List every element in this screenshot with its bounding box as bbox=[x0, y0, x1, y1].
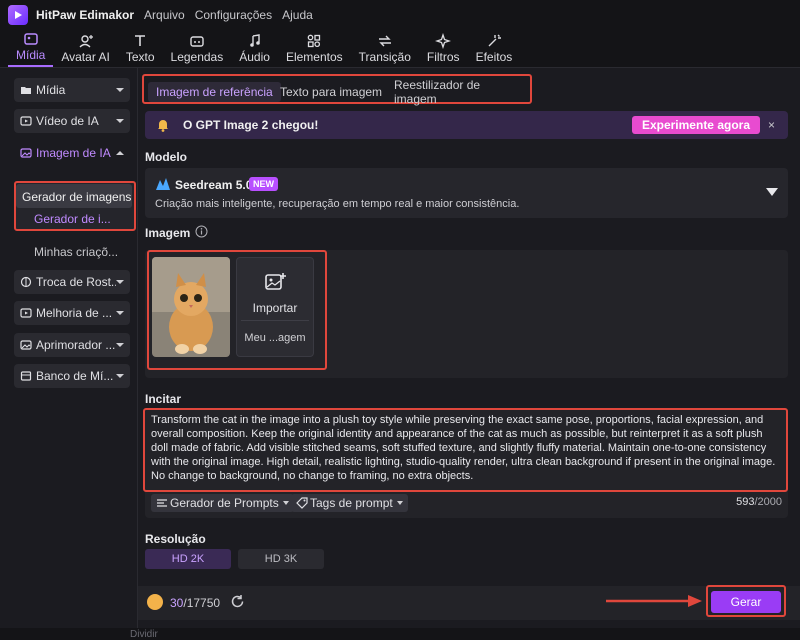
timeline-toolbar: Dividir bbox=[0, 628, 800, 640]
seedream-logo-icon bbox=[156, 178, 170, 190]
title-bar: HitPaw Edimakor Arquivo Configurações Aj… bbox=[0, 0, 800, 30]
sidebar-item-face-swap[interactable]: Troca de Rost... bbox=[14, 270, 130, 294]
chevron-down-icon bbox=[282, 501, 289, 505]
face-swap-icon bbox=[20, 276, 32, 288]
tool-text[interactable]: Texto bbox=[118, 29, 163, 67]
model-section-title: Modelo bbox=[145, 150, 187, 164]
music-note-icon bbox=[249, 34, 260, 47]
effects-icon bbox=[488, 34, 501, 47]
chevron-down-icon bbox=[116, 343, 124, 347]
banner-text: O GPT Image 2 chegou! bbox=[183, 118, 319, 132]
tab-image-restyler[interactable]: Reestilizador de imagem bbox=[386, 78, 530, 106]
submenu-tooltip-label: Gerador de imagens bbox=[22, 190, 132, 204]
dropdown-arrow-icon[interactable] bbox=[766, 188, 778, 196]
list-icon bbox=[157, 499, 167, 507]
media-icon bbox=[23, 33, 38, 45]
mode-tabs: Imagem de referência Texto para imagem R… bbox=[142, 74, 532, 106]
enhance-video-icon bbox=[20, 308, 32, 318]
tab-text-to-image[interactable]: Texto para imagem bbox=[272, 82, 390, 102]
resolution-section-title: Resolução bbox=[145, 532, 206, 546]
video-icon bbox=[20, 116, 32, 126]
chevron-down-icon bbox=[116, 280, 124, 284]
submenu-item-image-generator[interactable]: Gerador de i... bbox=[34, 212, 111, 226]
bell-icon bbox=[158, 120, 168, 132]
tool-elements[interactable]: Elementos bbox=[278, 29, 351, 67]
new-badge: NEW bbox=[249, 177, 278, 191]
sidebar-item-enhancer[interactable]: Aprimorador ... bbox=[14, 333, 130, 357]
info-icon[interactable] bbox=[195, 225, 208, 238]
tool-media[interactable]: Mídia bbox=[8, 29, 54, 67]
tool-captions[interactable]: Legendas bbox=[163, 29, 232, 67]
tool-transition[interactable]: Transição bbox=[351, 29, 419, 67]
folder-icon bbox=[21, 87, 31, 94]
try-now-button[interactable]: Experimente agora bbox=[631, 116, 760, 134]
split-label[interactable]: Dividir bbox=[130, 629, 158, 640]
text-icon bbox=[135, 35, 146, 46]
pointer-arrow-icon bbox=[606, 595, 702, 607]
sidebar-item-ai-image[interactable]: Imagem de IA bbox=[14, 141, 130, 165]
image-section-title: Imagem bbox=[145, 226, 191, 240]
sidebar-item-media-bank[interactable]: Banco de Mí... bbox=[14, 364, 130, 388]
transition-icon bbox=[378, 35, 391, 47]
refresh-icon[interactable] bbox=[230, 594, 245, 609]
tool-audio[interactable]: Áudio bbox=[231, 29, 278, 67]
tab-reference-image[interactable]: Imagem de referência bbox=[148, 82, 281, 102]
prompt-tags-dropdown[interactable]: Tags de prompt bbox=[291, 494, 408, 512]
menu-settings[interactable]: Configurações bbox=[195, 8, 272, 22]
resolution-option-hd3k[interactable]: HD 3K bbox=[238, 549, 324, 569]
app-logo-icon bbox=[8, 5, 28, 25]
prompt-section-title: Incitar bbox=[145, 392, 182, 406]
elements-icon bbox=[307, 34, 321, 48]
avatar-icon bbox=[79, 35, 93, 48]
sidebar-item-ai-video[interactable]: Vídeo de IA bbox=[14, 109, 130, 133]
credits-coin-icon bbox=[147, 594, 163, 610]
model-selector[interactable]: Seedream 5.0 NEW Criação mais inteligent… bbox=[145, 168, 788, 218]
prompt-highlight-frame bbox=[143, 408, 788, 492]
submenu-item-my-creations[interactable]: Minhas criaçõ... bbox=[34, 245, 118, 259]
prompt-generator-dropdown[interactable]: Gerador de Prompts bbox=[151, 494, 294, 512]
menu-help[interactable]: Ajuda bbox=[282, 8, 313, 22]
enhancer-image-icon bbox=[20, 340, 32, 350]
model-name: Seedream 5.0 bbox=[175, 178, 253, 192]
captions-icon bbox=[190, 36, 204, 47]
resolution-option-hd2k[interactable]: HD 2K bbox=[145, 549, 231, 569]
close-icon[interactable]: × bbox=[768, 119, 780, 131]
chevron-down-icon bbox=[116, 311, 124, 315]
character-count: 593/2000 bbox=[736, 496, 782, 508]
app-title: HitPaw Edimakor bbox=[36, 8, 135, 22]
tool-avatar-ai[interactable]: Avatar AI bbox=[53, 29, 117, 67]
chevron-down-icon bbox=[396, 501, 403, 505]
tag-icon bbox=[296, 497, 308, 509]
chevron-down-icon bbox=[116, 374, 124, 378]
image-highlight-frame bbox=[147, 250, 327, 370]
menu-file[interactable]: Arquivo bbox=[144, 8, 185, 22]
main-toolbar: Mídia Avatar AI Texto Legendas Áudio Ele… bbox=[0, 30, 800, 68]
tool-filters[interactable]: Filtros bbox=[419, 29, 468, 67]
chevron-up-icon bbox=[116, 151, 124, 155]
app-window: HitPaw Edimakor Arquivo Configurações Aj… bbox=[0, 0, 800, 640]
chevron-down-icon bbox=[116, 88, 124, 92]
chevron-down-icon bbox=[116, 119, 124, 123]
announcement-banner: O GPT Image 2 chegou! Experimente agora … bbox=[145, 111, 788, 139]
image-icon bbox=[20, 148, 32, 158]
sparkle-icon bbox=[435, 33, 452, 49]
generate-button[interactable]: Gerar bbox=[711, 591, 781, 613]
credits-counter: 30/17750 bbox=[170, 596, 221, 610]
model-description: Criação mais inteligente, recuperação em… bbox=[155, 198, 520, 210]
sidebar-item-media[interactable]: Mídia bbox=[14, 78, 130, 102]
tool-effects[interactable]: Efeitos bbox=[468, 29, 521, 67]
sidebar-item-enhancement[interactable]: Melhoria de ... bbox=[14, 301, 130, 325]
bank-icon bbox=[20, 371, 32, 381]
